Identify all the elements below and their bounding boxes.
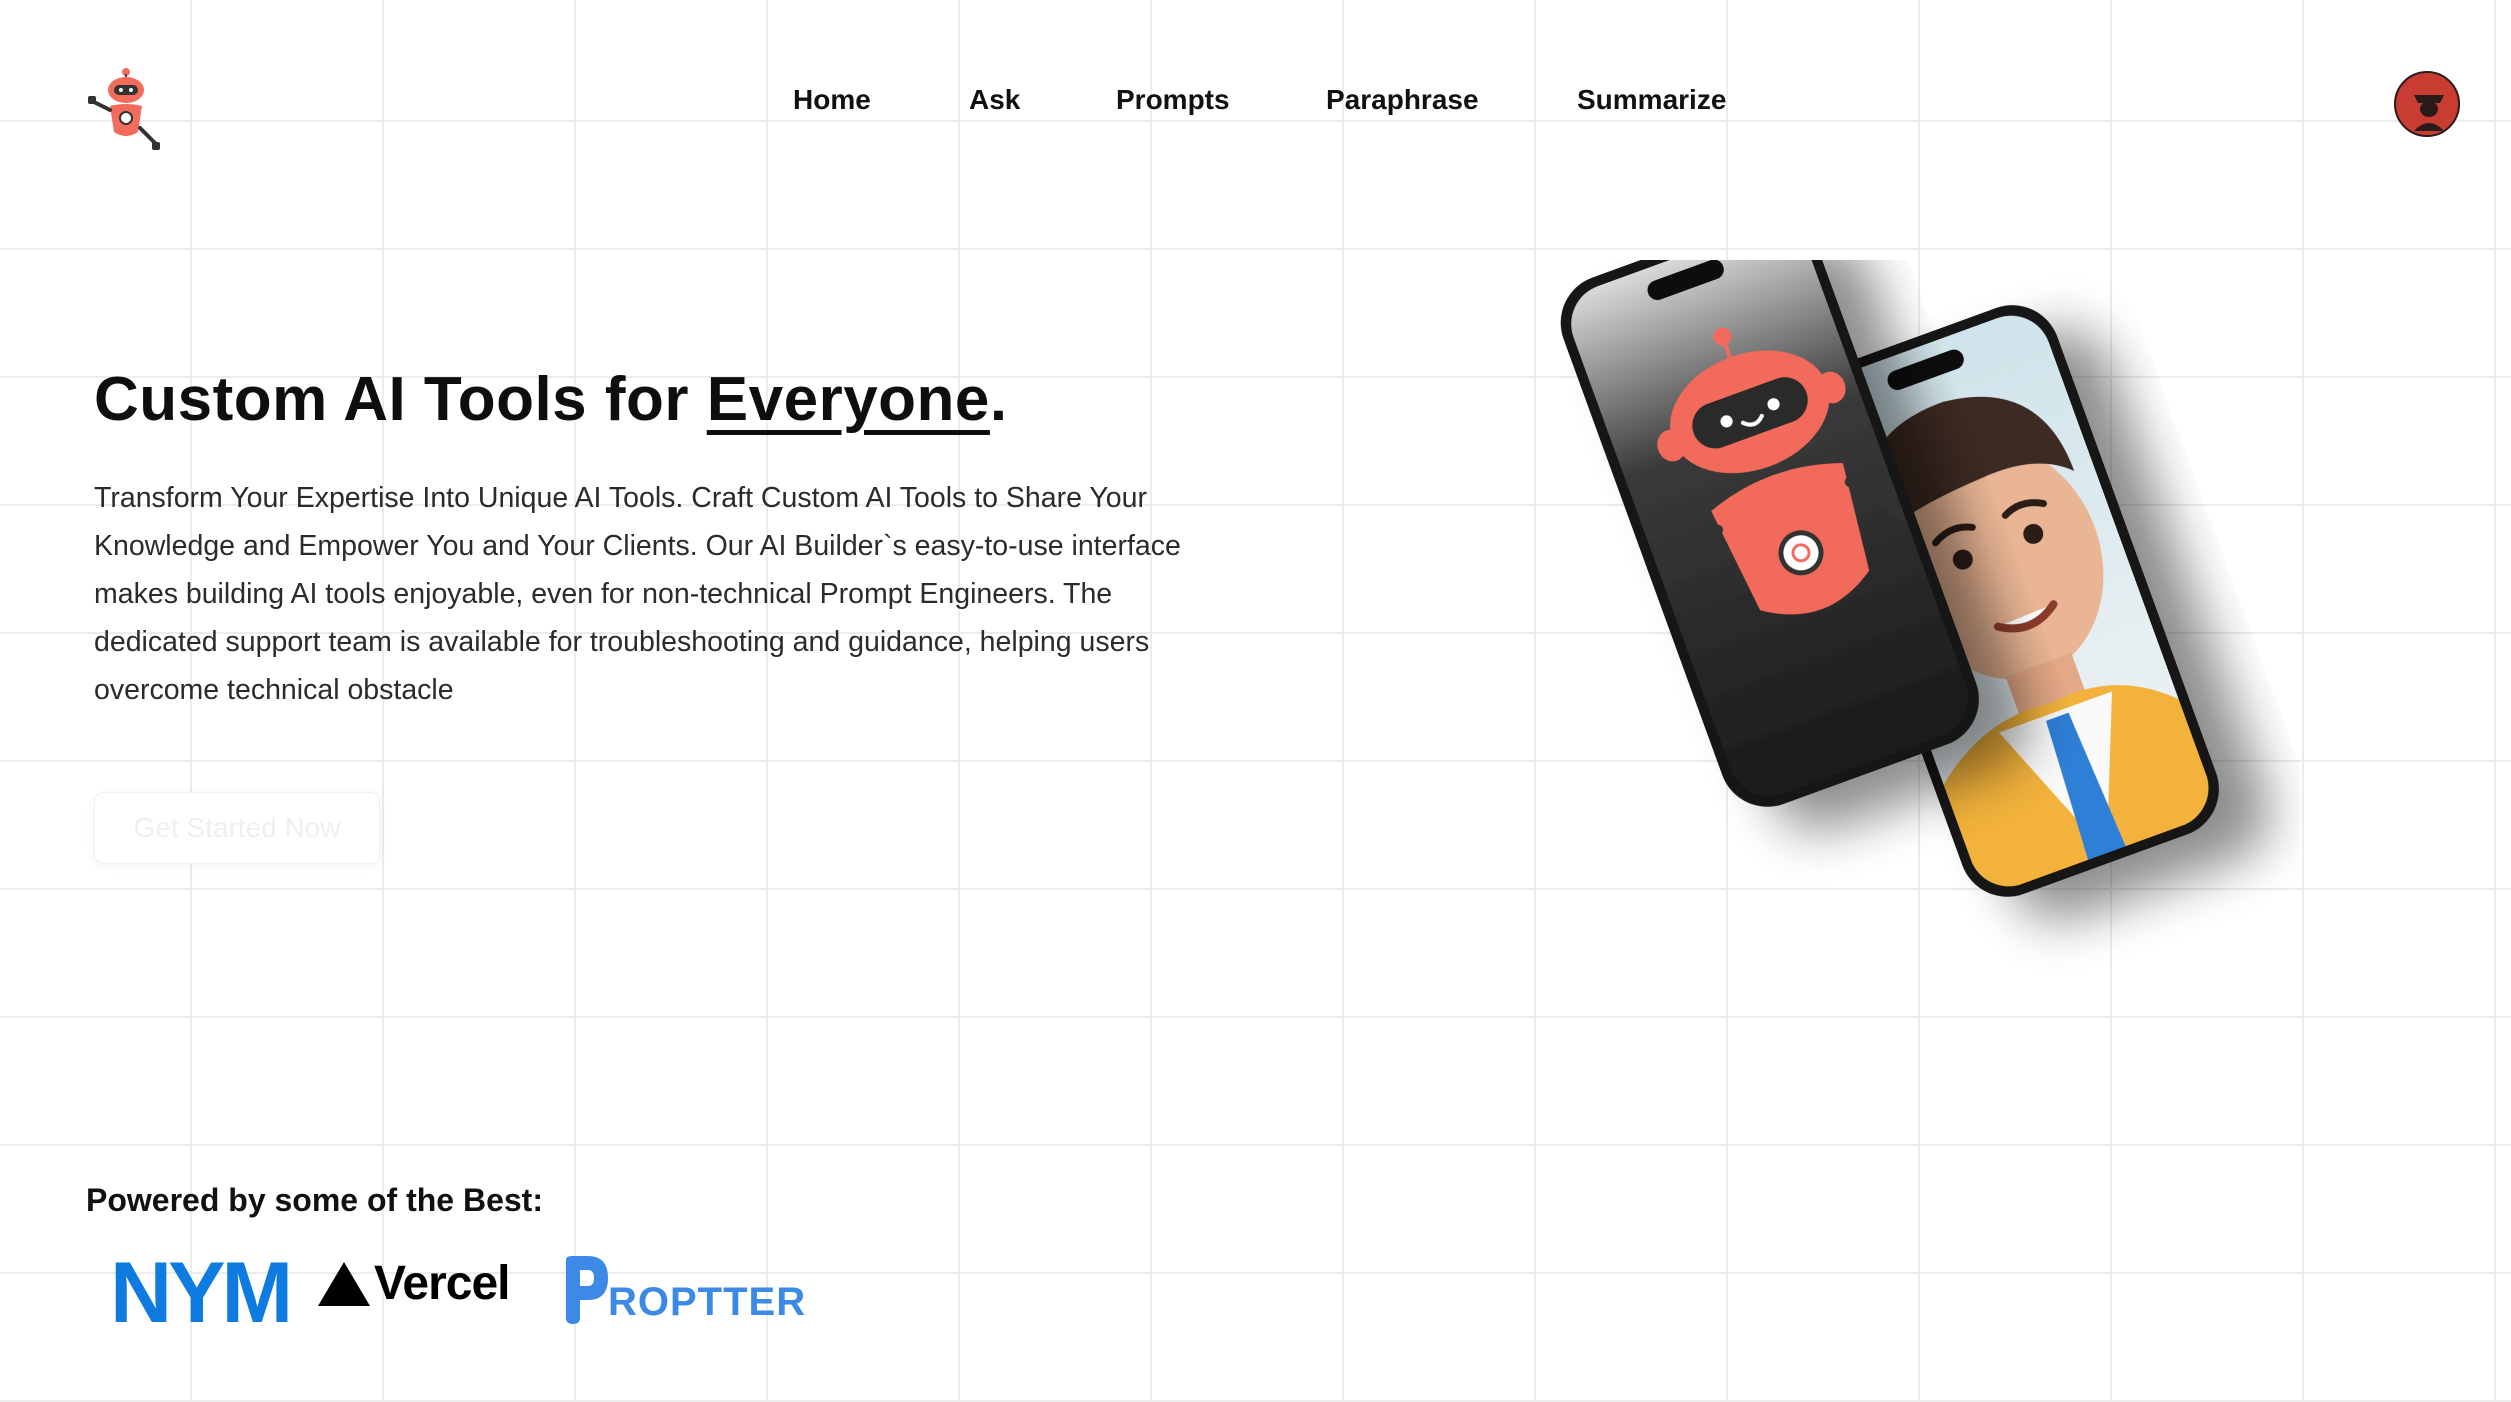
user-avatar-icon[interactable] [2394, 71, 2460, 137]
propter-wordmark: ROPTTER [608, 1280, 807, 1324]
nav-item-ask[interactable]: Ask [969, 84, 1020, 116]
hero-title-prefix: Custom AI Tools for [94, 365, 707, 434]
hero-title-highlight: Everyone [706, 365, 990, 434]
hero-title: Custom AI Tools for Everyone. [94, 364, 1008, 435]
nav-item-prompts[interactable]: Prompts [1116, 84, 1230, 116]
hero-title-suffix: . [989, 365, 1008, 434]
nym-logo[interactable]: NYM [110, 1250, 293, 1336]
propter-p-icon [566, 1256, 608, 1324]
vercel-logo[interactable]: Vercel [318, 1257, 510, 1310]
hero-description: Transform Your Expertise Into Unique AI … [94, 482, 1181, 706]
main-nav: Home Ask Prompts Paraphrase Summarize [0, 84, 2511, 124]
nav-item-paraphrase[interactable]: Paraphrase [1326, 84, 1479, 116]
nav-item-home[interactable]: Home [793, 84, 871, 116]
vercel-triangle-icon [318, 1262, 370, 1306]
phones-illustration [1500, 214, 2300, 1100]
propter-logo[interactable]: ROPTTER [560, 1254, 806, 1326]
get-started-button[interactable]: Get Started Now [94, 792, 380, 864]
powered-by-title: Powered by some of the Best: [86, 1182, 543, 1218]
vercel-wordmark: Vercel [374, 1257, 510, 1310]
nav-item-summarize[interactable]: Summarize [1577, 84, 1726, 116]
